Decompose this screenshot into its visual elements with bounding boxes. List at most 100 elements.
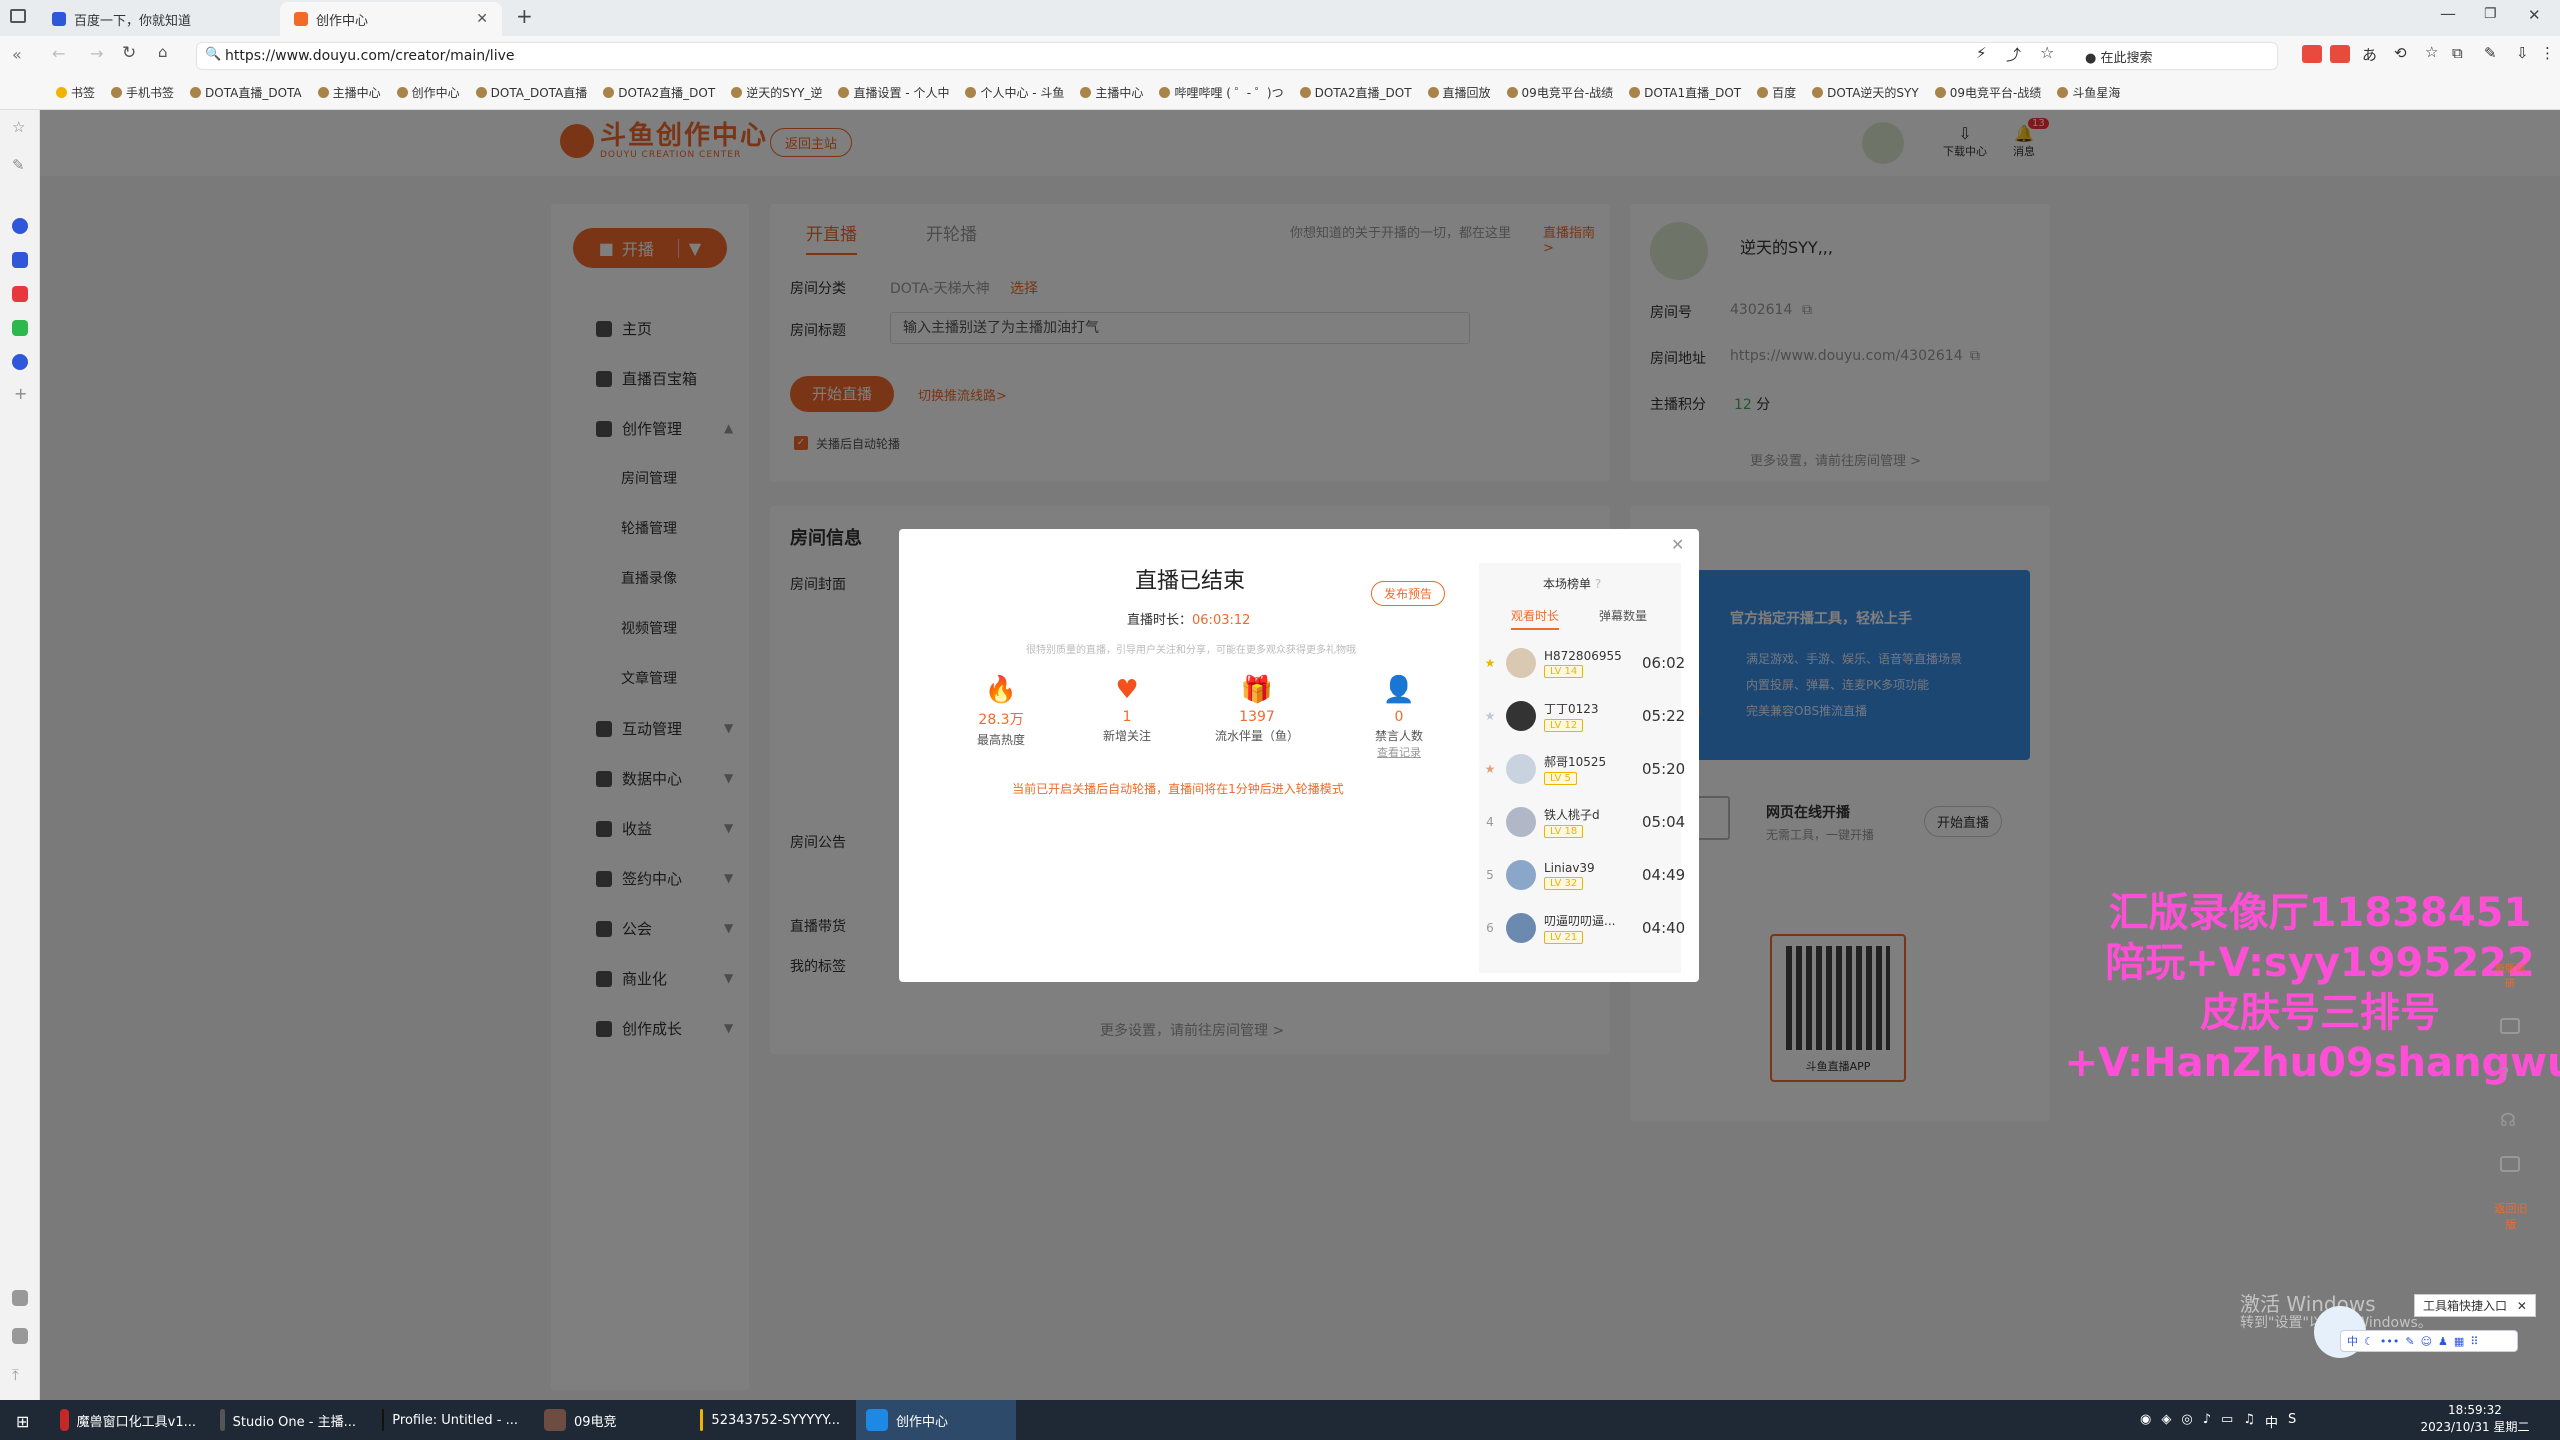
app-clock-icon[interactable] — [12, 354, 28, 370]
pin-icon[interactable]: ⤒ — [12, 1366, 28, 1384]
bookmark-item[interactable]: 书签 — [50, 84, 101, 101]
ime-toolbar[interactable]: 中 ☾ ••• ✎ ☺ ♟ ▦ ⠿ — [2340, 1330, 2518, 1352]
bookmark-item[interactable]: 百度 — [1751, 84, 1802, 101]
monitor-float-icon[interactable] — [2500, 1156, 2520, 1172]
history-icon[interactable]: ⟲ — [2394, 44, 2407, 62]
minimize-icon[interactable]: — — [2440, 4, 2456, 23]
rank-row[interactable]: ★ 郝哥10525 LV 5 05:20 — [1480, 743, 1685, 795]
close-icon[interactable]: ✕ — [1671, 535, 1684, 554]
clock[interactable]: 18:59:32 2023/10/31 星期二 — [2400, 1402, 2550, 1436]
star-icon[interactable]: ☆ — [2040, 43, 2054, 62]
close-window-icon[interactable]: ✕ — [2528, 6, 2541, 24]
search-engine[interactable]: ● 在此搜索 — [2085, 47, 2153, 66]
bookmark-item[interactable]: DOTA2直播_DOT — [597, 84, 721, 101]
pen-icon[interactable]: ✎ — [2484, 44, 2497, 62]
screen-icon[interactable] — [12, 1290, 28, 1306]
new-tab-icon[interactable]: + — [516, 4, 533, 28]
bookmark-item[interactable]: 直播设置 - 个人中 — [832, 84, 955, 101]
tray-wifi-icon[interactable]: ◎ — [2181, 1412, 2192, 1431]
close-icon[interactable]: ✕ — [2517, 1299, 2527, 1313]
taskbar-app[interactable]: 52343752-SYYYYY... — [690, 1400, 850, 1440]
bookmark-item[interactable]: DOTA逆天的SYY — [1806, 84, 1925, 101]
headset-icon[interactable]: ☊ — [2500, 1110, 2516, 1131]
rank-row[interactable]: ★ 丁丁0123 LV 12 05:22 — [1480, 690, 1685, 742]
tray-s-icon[interactable]: S — [2288, 1412, 2296, 1431]
tab-baidu[interactable]: 百度一下，你就知道 — [38, 2, 278, 36]
bookmark-item[interactable]: 09电竞平台-战绩 — [1501, 84, 1620, 101]
bookmark-item[interactable]: DOTA直播_DOTA — [184, 84, 308, 101]
taskbar-app[interactable]: 创作中心 — [856, 1400, 1016, 1440]
tab-creator-center[interactable]: 创作中心 ✕ — [280, 2, 502, 36]
home-icon[interactable]: ⌂ — [158, 43, 168, 61]
tray-mic-icon[interactable]: ♪ — [2203, 1412, 2211, 1431]
reload-icon[interactable]: ↻ — [122, 43, 136, 63]
more-icon[interactable]: ⋮ — [2540, 44, 2555, 62]
extension-red-icon[interactable] — [2330, 45, 2350, 63]
help-float-icon[interactable]: ? — [2500, 1064, 2510, 1085]
bookmark-item[interactable]: DOTA2直播_DOT — [1294, 84, 1418, 101]
rank-row[interactable]: ★ H872806955 LV 14 06:02 — [1480, 637, 1685, 689]
rank-row[interactable]: 5 Liniav39 LV 32 04:49 — [1480, 849, 1685, 901]
old-version-link[interactable]: 返回旧版 — [2494, 1200, 2528, 1232]
extensions-icon[interactable]: ⧉ — [2452, 44, 2463, 62]
publish-preview-button[interactable]: 发布预告 — [1371, 581, 1446, 606]
favorites-icon[interactable]: ☆ — [2425, 43, 2438, 61]
help-icon[interactable]: ? — [1595, 577, 1601, 591]
taskbar-app[interactable]: 09电竞 — [534, 1400, 684, 1440]
bookmark-item[interactable]: 个人中心 - 斗鱼 — [959, 84, 1070, 101]
tool-entry[interactable]: 工具箱快捷入口 ✕ — [2414, 1294, 2536, 1317]
tray-app-icon[interactable]: ◉ — [2140, 1412, 2151, 1431]
bookmark-item[interactable]: DOTA_DOTA直播 — [470, 84, 594, 101]
tool-entry-label: 工具箱快捷入口 — [2423, 1299, 2508, 1313]
tray-shield-icon[interactable]: ◈ — [2161, 1412, 2171, 1431]
bookmark-item[interactable]: 逆天的SYY_逆 — [725, 84, 828, 101]
pen-sidebar-icon[interactable]: ✎ — [12, 156, 28, 174]
bookmark-item[interactable]: 斗鱼星海 — [2051, 84, 2126, 101]
app-green-icon[interactable] — [12, 320, 28, 336]
bookmark-item[interactable]: 哔哩哔哩 ( ゜- ゜)つ — [1153, 84, 1289, 101]
app-red-icon[interactable] — [12, 286, 28, 302]
taskbar-app[interactable]: Profile: Untitled - ... — [372, 1400, 528, 1440]
maximize-icon[interactable]: ❐ — [2484, 6, 2497, 22]
settings-sidebar-icon[interactable] — [12, 1328, 28, 1344]
tray-network-icon[interactable]: ▭ — [2221, 1412, 2233, 1431]
rank-row[interactable]: 6 叨逼叨叨逼... LV 21 04:40 — [1480, 902, 1685, 954]
back-icon[interactable]: ← — [52, 44, 65, 63]
user-name: 叨逼叨叨逼... — [1544, 914, 1616, 928]
app-paw-icon[interactable] — [12, 252, 28, 268]
bookmark-label: 手机书签 — [126, 86, 175, 100]
view-records-link[interactable]: 查看记录 — [1339, 744, 1459, 760]
tab-watch-time[interactable]: 观看时长 — [1511, 607, 1560, 630]
favorites-sidebar-icon[interactable]: ☆ — [12, 118, 28, 136]
download-icon[interactable]: ⇩ — [2516, 44, 2529, 62]
tab-danmaku-count[interactable]: 弹幕数量 — [1599, 607, 1647, 624]
bookmark-label: DOTA1直播_DOT — [1644, 86, 1742, 100]
extension-pdf-icon[interactable] — [2302, 45, 2322, 63]
survey-link[interactable]: 新版调研 — [2492, 960, 2528, 990]
share-icon[interactable]: ⤴ — [2006, 44, 2021, 65]
grammar-icon[interactable]: あ — [2362, 44, 2377, 65]
bookmark-item[interactable]: 09电竞平台-战绩 — [1929, 84, 2048, 101]
video-icon[interactable] — [2500, 1018, 2520, 1034]
tray-volume-icon[interactable]: ♫ — [2243, 1412, 2255, 1431]
bookmark-item[interactable]: 主播中心 — [1074, 84, 1149, 101]
bookmark-item[interactable]: DOTA1直播_DOT — [1623, 84, 1747, 101]
rank-row[interactable]: 4 铁人桃子d LV 18 05:04 — [1480, 796, 1685, 848]
bookmark-item[interactable]: 创作中心 — [391, 84, 466, 101]
windows-start-icon[interactable]: ⊞ — [16, 1412, 29, 1431]
taskbar-app[interactable]: Studio One - 主播... — [210, 1400, 366, 1440]
collapse-icon[interactable]: « — [12, 45, 22, 64]
bookmark-item[interactable]: 直播回放 — [1422, 84, 1497, 101]
url-input[interactable]: https://www.douyu.com/creator/main/live — [196, 42, 2278, 70]
tray-ime[interactable]: 中 — [2265, 1412, 2278, 1431]
close-tab-icon[interactable]: ✕ — [476, 11, 488, 27]
forward-icon[interactable]: → — [90, 44, 103, 63]
app-blue-icon[interactable] — [12, 218, 28, 234]
sidebar-toggle-icon[interactable] — [10, 9, 26, 23]
bookmark-icon — [1506, 87, 1518, 98]
add-app-icon[interactable]: + — [14, 384, 27, 403]
bookmark-item[interactable]: 手机书签 — [105, 84, 180, 101]
bookmark-item[interactable]: 主播中心 — [312, 84, 387, 101]
taskbar-app[interactable]: 魔兽窗口化工具v1... — [50, 1400, 206, 1440]
bolt-icon[interactable]: ⚡ — [1976, 44, 1987, 62]
